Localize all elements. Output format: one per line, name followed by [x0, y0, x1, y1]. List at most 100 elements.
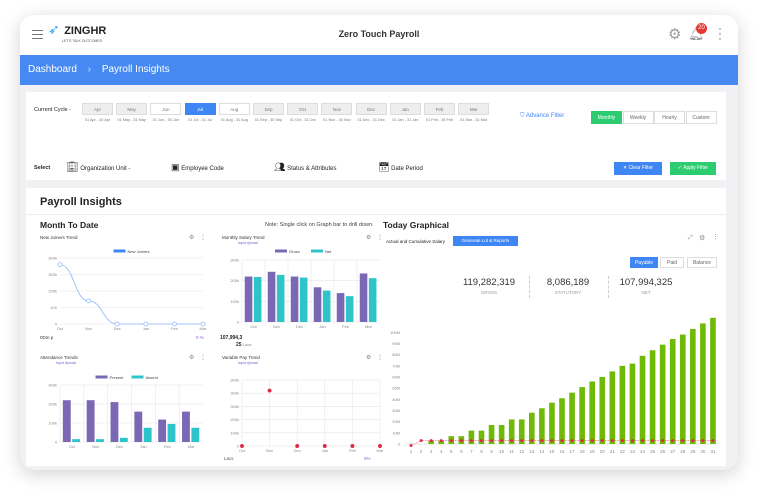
- month-chip-dec[interactable]: Dec: [355, 103, 387, 115]
- chart-title: Attendance Trends: [40, 355, 79, 360]
- apply-filter-label: Apply Filter: [683, 165, 709, 171]
- legend-label: Net: [325, 249, 332, 254]
- month-chip-jul[interactable]: Jul: [184, 103, 216, 115]
- monthly-salary-chart[interactable]: Monthly Salary TrendInput Upload ⚙ ⋮ 0 100k 2…: [216, 230, 386, 348]
- footer-unit: Lacs: [243, 342, 251, 347]
- x-tick-label: 6: [460, 449, 463, 454]
- x-tick-label: Oct: [250, 324, 257, 329]
- chart-subtitle: Input Upload: [238, 361, 258, 365]
- tab-payable[interactable]: Payable: [630, 257, 658, 268]
- date-period-filter[interactable]: 📅︎ Date Period: [378, 162, 423, 173]
- bar: [96, 439, 104, 442]
- bar: [276, 274, 285, 322]
- x-tick-label: Oct: [69, 444, 76, 449]
- x-tick-label: Jan: [322, 448, 328, 453]
- data-point: [610, 439, 614, 443]
- x-tick-label: 10: [499, 449, 505, 454]
- data-point: [520, 439, 524, 443]
- chart-more-icon[interactable]: ⋮: [712, 233, 719, 241]
- stat-label: NET: [641, 290, 651, 295]
- bar: [110, 402, 119, 442]
- bar: [191, 427, 200, 442]
- month-chip-feb[interactable]: Feb: [424, 103, 455, 115]
- apply-filter-button[interactable]: ✓ Apply Filter: [670, 162, 716, 175]
- generate-lot-reports-button[interactable]: Generate Lot & Reports: [453, 236, 518, 246]
- status-attributes-filter[interactable]: 👥︎ Status & Attributes: [274, 162, 336, 173]
- drill-down-note: Note: Single click on Graph bar to drill…: [265, 222, 374, 228]
- x-tick-label: 18: [580, 449, 586, 454]
- bar: [559, 398, 565, 444]
- breadcrumb-dashboard[interactable]: Dashboard: [28, 64, 77, 75]
- new-joiners-chart[interactable]: New Joiners Trend ⚙ ⋮0100200k300k300kOct No…: [34, 230, 209, 348]
- month-chip-nov[interactable]: Nov: [321, 103, 353, 115]
- data-point: [449, 439, 453, 443]
- data-point: [419, 439, 423, 443]
- x-tick-label: Feb: [171, 326, 179, 331]
- expand-icon[interactable]: ⤢: [688, 235, 693, 242]
- legend-label: Present: [110, 375, 125, 380]
- x-tick-label: 16: [559, 449, 565, 454]
- x-tick-label: 8: [480, 449, 483, 454]
- month-chip-sep[interactable]: Sep: [253, 103, 284, 115]
- month-chip-oct[interactable]: Oct: [287, 103, 319, 115]
- calendar-icon: 📅︎: [378, 162, 390, 172]
- organization-unit-label: Organization Unit -: [80, 166, 131, 172]
- period-custom[interactable]: Custom: [685, 111, 717, 124]
- x-tick-label: 2: [420, 449, 423, 454]
- chart-settings-icon[interactable]: ⚙: [699, 234, 705, 242]
- series-line: [59, 264, 203, 325]
- data-point: [540, 439, 544, 443]
- x-tick-label: Dec: [116, 444, 123, 449]
- tab-paid[interactable]: Paid: [660, 257, 684, 268]
- legend-swatch: [113, 249, 126, 253]
- y-tick-label: 200k: [48, 289, 57, 294]
- y-tick-label: 70M: [392, 363, 400, 368]
- y-tick-label: 100k: [230, 299, 239, 304]
- variable-pay-chart[interactable]: Variable Pay TrendInput Upload⚙ ⋮0100k200…: [216, 350, 386, 464]
- month-chip-jan[interactable]: Jan: [389, 103, 421, 115]
- x-tick-label: 26: [660, 449, 666, 454]
- advance-filter-link[interactable]: ⛉ Advance Filter: [520, 113, 564, 120]
- data-point: [240, 444, 244, 448]
- month-chip-jun[interactable]: Jun: [150, 103, 182, 115]
- data-point: [590, 439, 594, 443]
- period-weekly[interactable]: Weekly: [622, 111, 654, 124]
- month-range-mar: 01 Mar - 31 Mar: [460, 118, 488, 122]
- chart-title: New Joiners Trend: [40, 235, 78, 240]
- data-point: [681, 439, 685, 443]
- month-chip-apr[interactable]: Apr: [82, 103, 113, 115]
- bar: [86, 400, 95, 442]
- tab-balance[interactable]: Balance: [687, 257, 717, 268]
- y-tick-label: 100: [50, 305, 57, 310]
- data-point: [322, 444, 327, 448]
- bar: [368, 278, 377, 322]
- data-point: [630, 439, 634, 443]
- settings-gear-icon[interactable]: ⚙: [668, 25, 681, 43]
- more-options-icon[interactable]: · · ·: [718, 22, 722, 44]
- y-tick-label: 300k: [230, 391, 239, 396]
- stat-label: STATUTORY: [554, 290, 582, 295]
- x-tick-label: 23: [630, 449, 636, 454]
- month-chip-mar[interactable]: Mar: [458, 103, 490, 115]
- month-to-date-title: Month To Date: [40, 220, 99, 230]
- chart-settings-icon: ⚙: [189, 354, 194, 361]
- month-chip-aug[interactable]: Aug: [218, 103, 250, 115]
- period-monthly[interactable]: Monthly: [591, 111, 622, 124]
- month-chip-may[interactable]: May: [116, 103, 148, 115]
- data-point: [267, 388, 272, 393]
- cumulative-salary-chart[interactable]: 010M20M30M40M50M60M70M80M90M100M1 2 3 4 5 6 7 8…: [384, 300, 724, 465]
- data-point: [701, 439, 705, 443]
- organization-unit-filter[interactable]: 🏢︎ Organization Unit -: [66, 162, 130, 173]
- divider: [26, 214, 726, 215]
- data-point: [490, 439, 494, 443]
- data-point: [510, 439, 514, 443]
- employee-code-filter[interactable]: ▣ Employee Code: [171, 162, 224, 173]
- x-tick-label: 28: [680, 449, 686, 454]
- clear-filter-button[interactable]: ✕ Clear Filter: [614, 162, 662, 175]
- bar: [143, 427, 152, 442]
- x-tick-label: 4: [440, 449, 443, 454]
- attendance-chart[interactable]: Attendance TrendsInput Upload ⚙ ⋮ 0 100k 200k…: [34, 350, 209, 464]
- data-point: [620, 439, 624, 443]
- period-hourly[interactable]: Hourly: [654, 111, 685, 124]
- x-tick-label: 31: [710, 449, 716, 454]
